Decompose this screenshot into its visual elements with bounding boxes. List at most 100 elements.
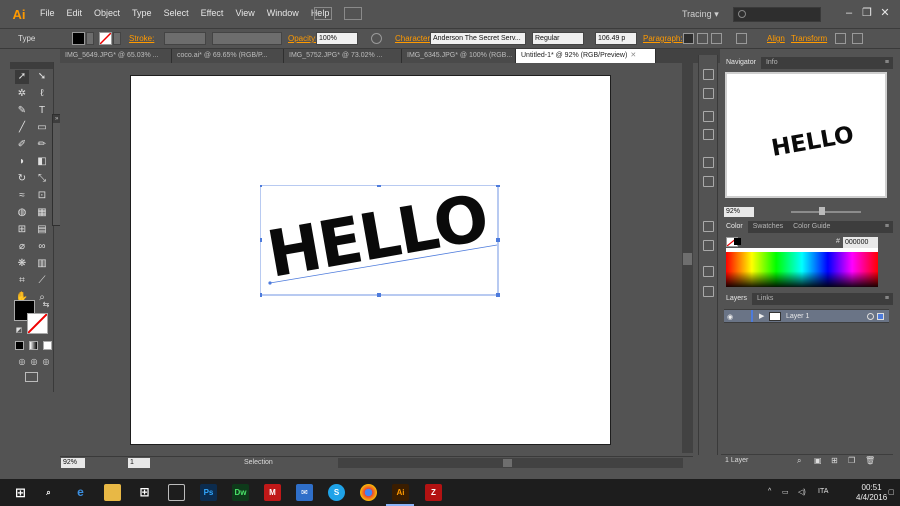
panel-menu-icon[interactable]: ≡ (885, 221, 889, 233)
type-tool-icon[interactable]: T (35, 104, 49, 118)
blob-brush-tool-icon[interactable]: ◗ (15, 155, 29, 169)
chevron-up-icon[interactable]: ^ (768, 488, 771, 495)
target-circle-icon[interactable] (867, 313, 874, 320)
tab-img-5752[interactable]: IMG_5752.JPG* @ 73.02% ... (284, 49, 402, 63)
paragraph-label[interactable]: Paragraph: (643, 34, 683, 43)
horizontal-scroll-thumb[interactable] (503, 459, 512, 467)
gradient-tool-icon[interactable]: ▤ (35, 223, 49, 237)
navigator-zoom-slider-knob[interactable] (819, 207, 825, 215)
panel-menu-icon[interactable]: ≡ (885, 293, 889, 305)
artboard-tool-icon[interactable]: ⌗ (15, 274, 29, 288)
menu-effect[interactable]: Effect (201, 8, 224, 18)
opacity-label[interactable]: Opacity: (288, 34, 317, 43)
canvas-area[interactable]: HΕLLO (60, 63, 682, 453)
mesh-tool-icon[interactable]: ⊞ (15, 223, 29, 237)
pencil-tool-icon[interactable]: ✏ (35, 138, 49, 152)
current-tool-status[interactable]: Selection (244, 459, 273, 466)
windows-start-icon[interactable]: ⊞ (12, 484, 29, 501)
lasso-tool-icon[interactable]: ℓ (35, 87, 49, 101)
horizontal-scrollbar[interactable] (338, 458, 683, 468)
eyedropper-tool-icon[interactable]: ⌀ (15, 240, 29, 254)
menu-view[interactable]: View (235, 8, 254, 18)
notifications-icon[interactable]: ▢ (888, 488, 895, 496)
visibility-eye-icon[interactable]: ◉ (727, 313, 733, 321)
appearance-panel-icon[interactable] (703, 176, 714, 187)
play-action-icon[interactable] (703, 69, 714, 80)
edge-icon[interactable]: e (72, 484, 89, 501)
none-mode-icon[interactable] (43, 341, 52, 350)
vertical-scrollbar[interactable] (682, 63, 693, 453)
new-layer-icon[interactable]: ❐ (848, 456, 855, 465)
envelope-warp-icon[interactable] (736, 33, 747, 44)
photoshop-icon[interactable]: Ps (200, 484, 217, 501)
skype-icon[interactable]: S (328, 484, 345, 501)
draw-inside-icon[interactable]: ◎ (39, 355, 53, 369)
maximize-button[interactable]: ❐ (860, 6, 874, 20)
artboard[interactable]: HΕLLO (130, 75, 611, 445)
locate-object-icon[interactable]: ⌕ (797, 456, 801, 466)
bridge-icon[interactable] (314, 7, 332, 20)
default-colors-icon[interactable]: ◩ (12, 324, 26, 338)
align-label[interactable]: Align (767, 34, 785, 43)
search-input[interactable] (733, 7, 821, 22)
tab-untitled-1[interactable]: Untitled-1* @ 92% (RGB/Preview) ✕ (516, 49, 656, 63)
transparency-panel-icon[interactable] (703, 157, 714, 168)
file-explorer-icon[interactable] (104, 484, 121, 501)
minimize-button[interactable]: – (842, 6, 856, 20)
direct-selection-tool-icon[interactable]: ➘ (35, 70, 49, 84)
dreamweaver-icon[interactable]: Dw (232, 484, 249, 501)
variable-width-dropdown[interactable] (212, 32, 282, 45)
screen-mode-icon[interactable] (25, 372, 38, 382)
tab-links[interactable]: Links (752, 293, 778, 305)
tab-color[interactable]: Color (721, 221, 748, 233)
artboard-number-field[interactable]: 1 (128, 458, 150, 468)
menu-window[interactable]: Window (267, 8, 299, 18)
recolor-artwork-icon[interactable] (371, 33, 382, 44)
stroke-label[interactable]: Stroke: (129, 34, 154, 43)
new-sublayer-icon[interactable]: ⊞ (831, 456, 838, 465)
brushes-icon[interactable] (703, 88, 714, 99)
outlook-icon[interactable]: ✉ (296, 484, 313, 501)
isolate-icon[interactable] (835, 33, 846, 44)
symbol-sprayer-tool-icon[interactable]: ❋ (15, 257, 29, 271)
scale-tool-icon[interactable]: ⤡ (35, 172, 49, 186)
stroke-color-swatch[interactable] (27, 313, 48, 334)
stroke-swatch[interactable] (99, 32, 112, 45)
selection-tool-icon[interactable]: ➚ (15, 70, 29, 84)
tools-panel-header[interactable] (10, 62, 53, 69)
close-tab-icon[interactable]: ✕ (630, 52, 636, 59)
stroke-dropdown[interactable] (113, 32, 121, 45)
font-style-field[interactable]: Regular (532, 32, 584, 45)
tab-info[interactable]: Info (761, 57, 783, 69)
hex-color-field[interactable]: 000000 (843, 237, 878, 248)
opacity-field[interactable]: 100% (316, 32, 358, 45)
hello-text-object[interactable]: HΕLLO (260, 185, 500, 297)
column-graph-tool-icon[interactable]: ▥ (35, 257, 49, 271)
tab-img-6345[interactable]: IMG_6345.JPG* @ 100% (RGB... (402, 49, 516, 63)
fill-swatch[interactable] (72, 32, 85, 45)
mcafee-icon[interactable]: M (264, 484, 281, 501)
perspective-grid-tool-icon[interactable]: ▦ (35, 206, 49, 220)
tab-coco[interactable]: coco.ai* @ 69.65% (RGB/P... (172, 49, 284, 63)
panel-menu-icon[interactable] (852, 33, 863, 44)
stroke-panel-icon[interactable] (703, 111, 714, 122)
font-family-field[interactable]: Anderson The Secret Serv... (430, 32, 526, 45)
character-label[interactable]: Character: (395, 34, 432, 43)
panel-menu-icon[interactable]: ≡ (885, 57, 889, 69)
align-center-icon[interactable] (697, 33, 708, 44)
menu-file[interactable]: File (40, 8, 55, 18)
magic-wand-tool-icon[interactable]: ✲ (15, 87, 29, 101)
transform-label[interactable]: Transform (791, 34, 827, 43)
layer-row[interactable]: ◉ ▶ Layer 1 (724, 309, 889, 323)
stroke-weight-field[interactable] (164, 32, 206, 45)
menu-select[interactable]: Select (164, 8, 189, 18)
width-tool-icon[interactable]: ≈ (15, 189, 29, 203)
tab-color-guide[interactable]: Color Guide (788, 221, 835, 233)
arrange-documents-icon[interactable] (344, 7, 362, 20)
shape-builder-tool-icon[interactable]: ◍ (15, 206, 29, 220)
slice-tool-icon[interactable]: ⟋ (35, 274, 49, 288)
store-icon[interactable]: ⊞ (136, 484, 153, 501)
symbols-panel-icon[interactable] (703, 266, 714, 277)
close-button[interactable]: ✕ (878, 6, 892, 20)
graphic-styles-panel-icon[interactable] (703, 286, 714, 297)
